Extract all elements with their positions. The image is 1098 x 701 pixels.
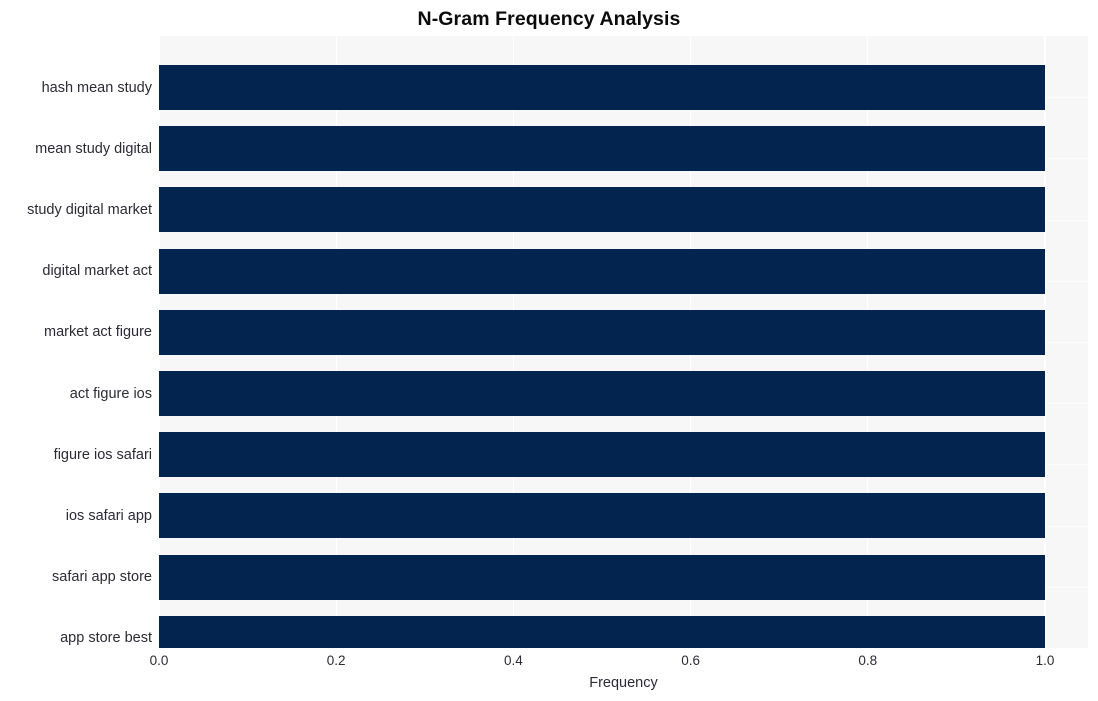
bar <box>159 493 1045 538</box>
y-axis-tick-label: figure ios safari <box>53 447 152 463</box>
x-axis-tick-label: 0.8 <box>858 653 878 668</box>
x-axis-title: Frequency <box>589 675 658 691</box>
x-axis-tick-label: 0.4 <box>504 653 523 668</box>
chart-title: N-Gram Frequency Analysis <box>417 8 681 30</box>
y-axis-tick-label: ios safari app <box>65 508 152 524</box>
y-axis-tick-label: market act figure <box>44 324 152 340</box>
bar <box>159 555 1045 600</box>
y-axis-tick-label: hash mean study <box>41 80 152 96</box>
y-axis-tick-label: app store best <box>60 630 152 646</box>
ngram-frequency-chart-figure: N-Gram Frequency Analysis hash mean stud… <box>0 0 1098 701</box>
y-axis-tick-label: mean study digital <box>35 141 152 157</box>
bar <box>159 310 1045 355</box>
bar <box>159 371 1045 416</box>
y-axis-tick-labels: hash mean study mean study digital study d… <box>0 36 159 648</box>
x-axis-tick-label: 0.2 <box>326 653 346 668</box>
bar <box>159 65 1045 110</box>
x-axis-tick-label: 1.0 <box>1035 653 1055 668</box>
x-axis-tick-label: 0.0 <box>149 653 169 668</box>
y-axis-tick-label: digital market act <box>42 263 152 279</box>
y-axis-tick-label: study digital market <box>27 202 152 218</box>
bar <box>159 187 1045 232</box>
bar <box>159 126 1045 171</box>
x-axis-tick-label: 0.6 <box>681 653 700 668</box>
y-axis-tick-label: act figure ios <box>69 386 152 402</box>
y-axis-tick-label: safari app store <box>52 569 152 585</box>
bar <box>159 616 1045 648</box>
plot-area <box>159 36 1088 648</box>
bar <box>159 432 1045 477</box>
bar <box>159 249 1045 294</box>
